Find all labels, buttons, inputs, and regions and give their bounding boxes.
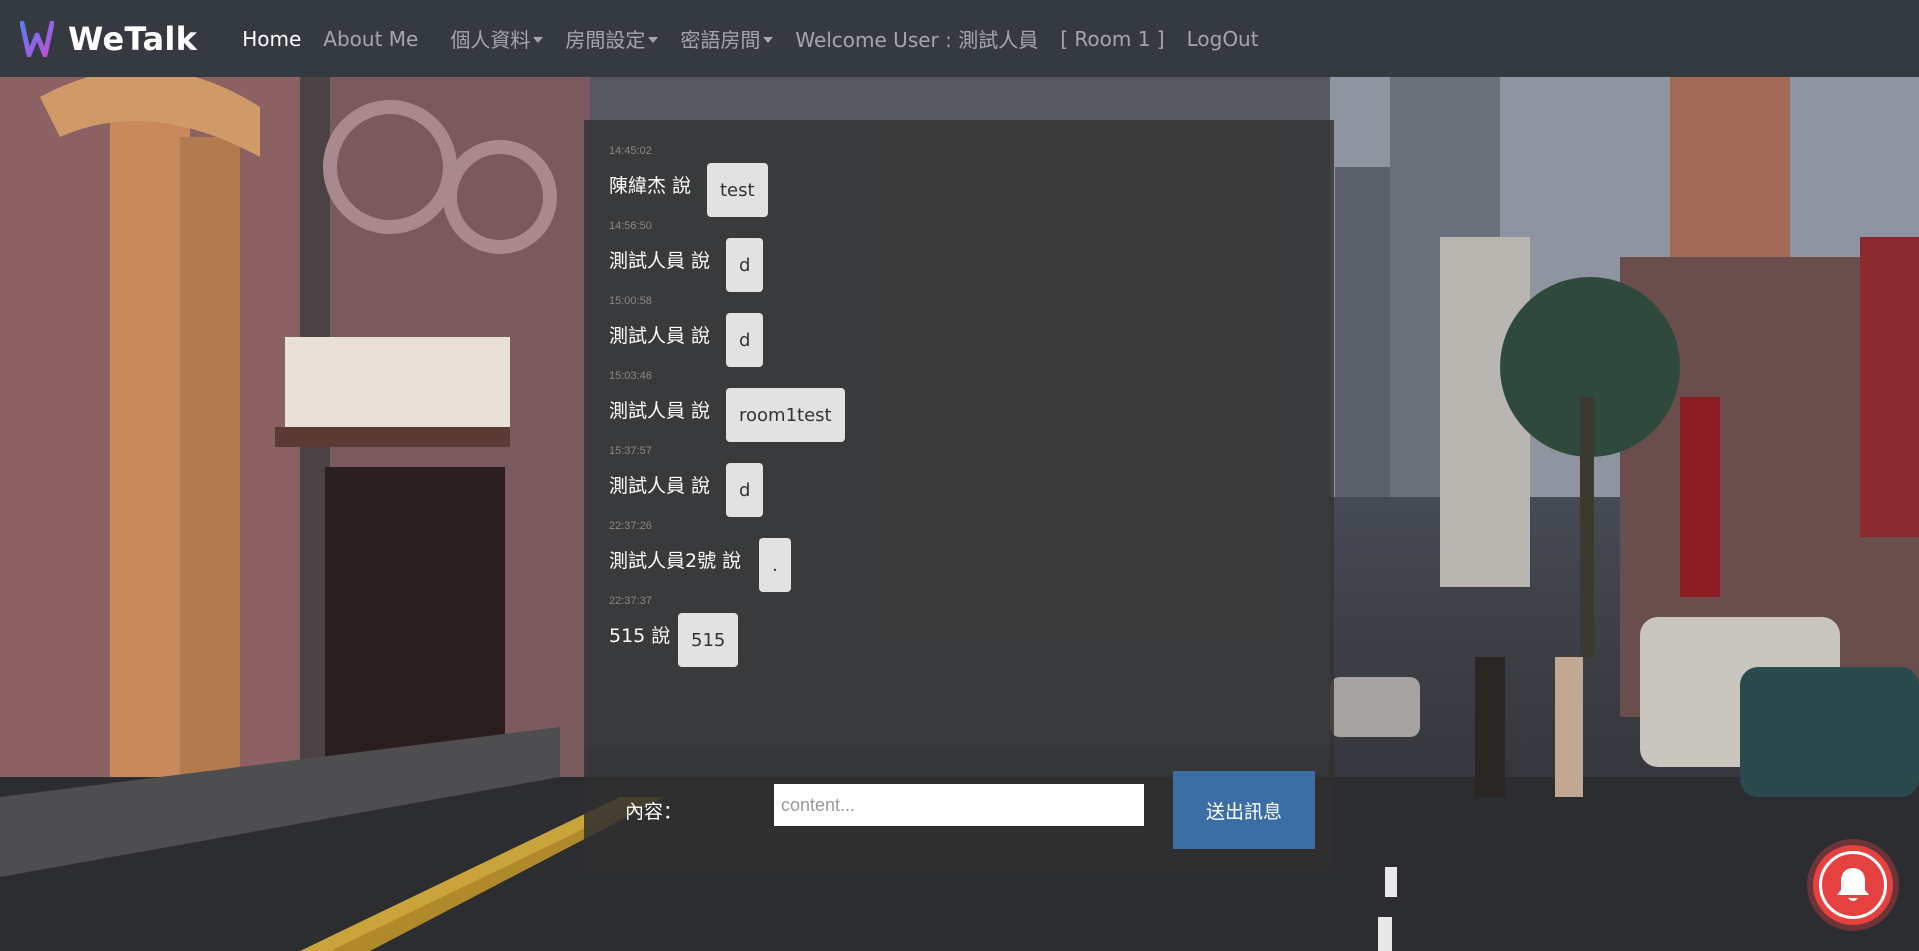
nav-home[interactable]: Home: [231, 27, 312, 51]
message-item: 14:56:50 測試人員 說 d: [609, 220, 1309, 295]
message-item: 15:03:46 測試人員 說 room1test: [609, 370, 1309, 445]
bell-icon: [1837, 868, 1869, 901]
message-time: 22:37:26: [609, 520, 652, 532]
nav-private-rooms-dropdown[interactable]: 密語房間: [669, 24, 784, 53]
message-time: 14:45:02: [609, 145, 652, 157]
nav-room-settings-label: 房間設定: [565, 28, 646, 52]
nav-profile-label: 個人資料: [450, 28, 531, 52]
message-bubble: .: [759, 538, 791, 592]
message-composer: 內容： 送出訊息: [584, 745, 1334, 870]
message-time: 15:00:58: [609, 295, 652, 307]
message-sender: 測試人員2號 說: [609, 550, 742, 572]
message-time: 14:56:50: [609, 220, 652, 232]
message-bubble: 515: [678, 613, 739, 667]
message-sender: 515 說: [609, 625, 671, 647]
nav-profile-dropdown[interactable]: 個人資料: [439, 24, 554, 53]
content-label: 內容：: [625, 801, 683, 823]
brand-name: WeTalk: [68, 19, 198, 58]
message-item: 14:45:02 陳緯杰 說 test: [609, 145, 1309, 220]
message-bubble: d: [726, 238, 764, 292]
caret-down-icon: [763, 37, 774, 43]
message-item: 22:37:26 測試人員2號 說 .: [609, 520, 1309, 595]
nav-room-indicator[interactable]: [ Room 1 ]: [1049, 27, 1175, 51]
nav-logout[interactable]: LogOut: [1176, 27, 1270, 51]
nav-welcome-user: Welcome User : 測試人員: [795, 28, 1039, 52]
chat-panel: 14:45:02 陳緯杰 說 test 14:56:50 測試人員 說 d 15…: [584, 120, 1334, 870]
nav-room-settings-dropdown[interactable]: 房間設定: [554, 24, 669, 53]
message-item: 15:00:58 測試人員 說 d: [609, 295, 1309, 370]
content-input[interactable]: [774, 784, 1144, 826]
nav-about[interactable]: About Me: [312, 27, 429, 51]
message-bubble: d: [726, 313, 764, 367]
message-bubble: room1test: [726, 388, 845, 442]
message-sender: 測試人員 說: [609, 250, 711, 272]
caret-down-icon: [533, 37, 544, 43]
message-time: 15:37:57: [609, 445, 652, 457]
notification-button[interactable]: [1813, 845, 1893, 925]
nav-private-rooms-label: 密語房間: [680, 28, 761, 52]
brand-link[interactable]: WeTalk: [20, 20, 197, 58]
message-time: 22:37:37: [609, 595, 652, 607]
top-navbar: WeTalk Home About Me 個人資料 房間設定 密語房間 Welc…: [0, 0, 1919, 77]
message-bubble: test: [707, 163, 768, 217]
message-time: 15:03:46: [609, 370, 652, 382]
caret-down-icon: [648, 37, 659, 43]
message-item: 22:37:37 515 說 515: [609, 595, 1309, 670]
message-list[interactable]: 14:45:02 陳緯杰 說 test 14:56:50 測試人員 說 d 15…: [609, 145, 1309, 670]
message-item: 15:37:57 測試人員 說 d: [609, 445, 1309, 520]
message-bubble: d: [726, 463, 764, 517]
message-sender: 測試人員 說: [609, 475, 711, 497]
send-message-button[interactable]: 送出訊息: [1173, 771, 1315, 849]
message-sender: 測試人員 說: [609, 400, 711, 422]
message-sender: 測試人員 說: [609, 325, 711, 347]
message-sender: 陳緯杰 說: [609, 175, 692, 197]
w-logo-icon: [20, 20, 54, 57]
